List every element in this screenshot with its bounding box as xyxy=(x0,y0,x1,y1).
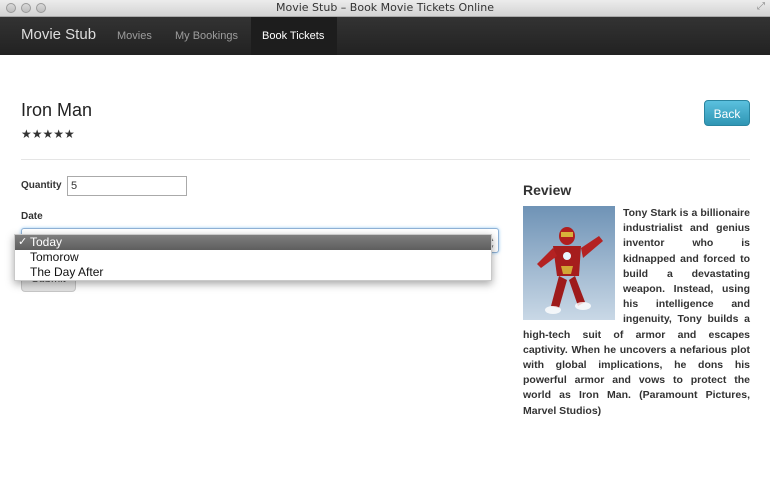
date-label: Date xyxy=(21,211,43,222)
navbar: Movie Stub Movies My Bookings Book Ticke… xyxy=(0,17,770,55)
window-titlebar: Movie Stub – Book Movie Tickets Online ⤢ xyxy=(0,0,770,17)
date-option-day-after[interactable]: The Day After xyxy=(15,265,491,280)
back-button[interactable]: Back xyxy=(704,100,750,126)
checkmark-icon: ✓ xyxy=(18,236,28,248)
brand-link[interactable]: Movie Stub xyxy=(21,26,96,43)
date-option-tomorow[interactable]: Tomorow xyxy=(15,250,491,265)
quantity-label: Quantity xyxy=(21,180,62,191)
movie-title: Iron Man xyxy=(21,100,93,120)
option-label: Today xyxy=(30,235,63,249)
option-label: The Day After xyxy=(30,265,104,279)
date-option-today[interactable]: ✓ Today xyxy=(15,235,491,250)
window-title: Movie Stub – Book Movie Tickets Online xyxy=(276,1,494,14)
nav-item-movies[interactable]: Movies xyxy=(106,17,163,55)
date-dropdown-menu: ✓ Today Tomorow The Day After xyxy=(14,234,492,281)
review-heading: Review xyxy=(523,182,572,198)
rating-stars: ★★★★★ xyxy=(21,127,75,141)
fullscreen-icon[interactable]: ⤢ xyxy=(757,1,765,12)
nav-item-book-tickets[interactable]: Book Tickets xyxy=(251,17,337,55)
option-label: Tomorow xyxy=(30,250,79,264)
divider xyxy=(21,159,750,160)
iron-man-poster-image xyxy=(523,206,615,320)
quantity-input[interactable] xyxy=(67,176,187,196)
nav-item-my-bookings[interactable]: My Bookings xyxy=(164,17,249,55)
